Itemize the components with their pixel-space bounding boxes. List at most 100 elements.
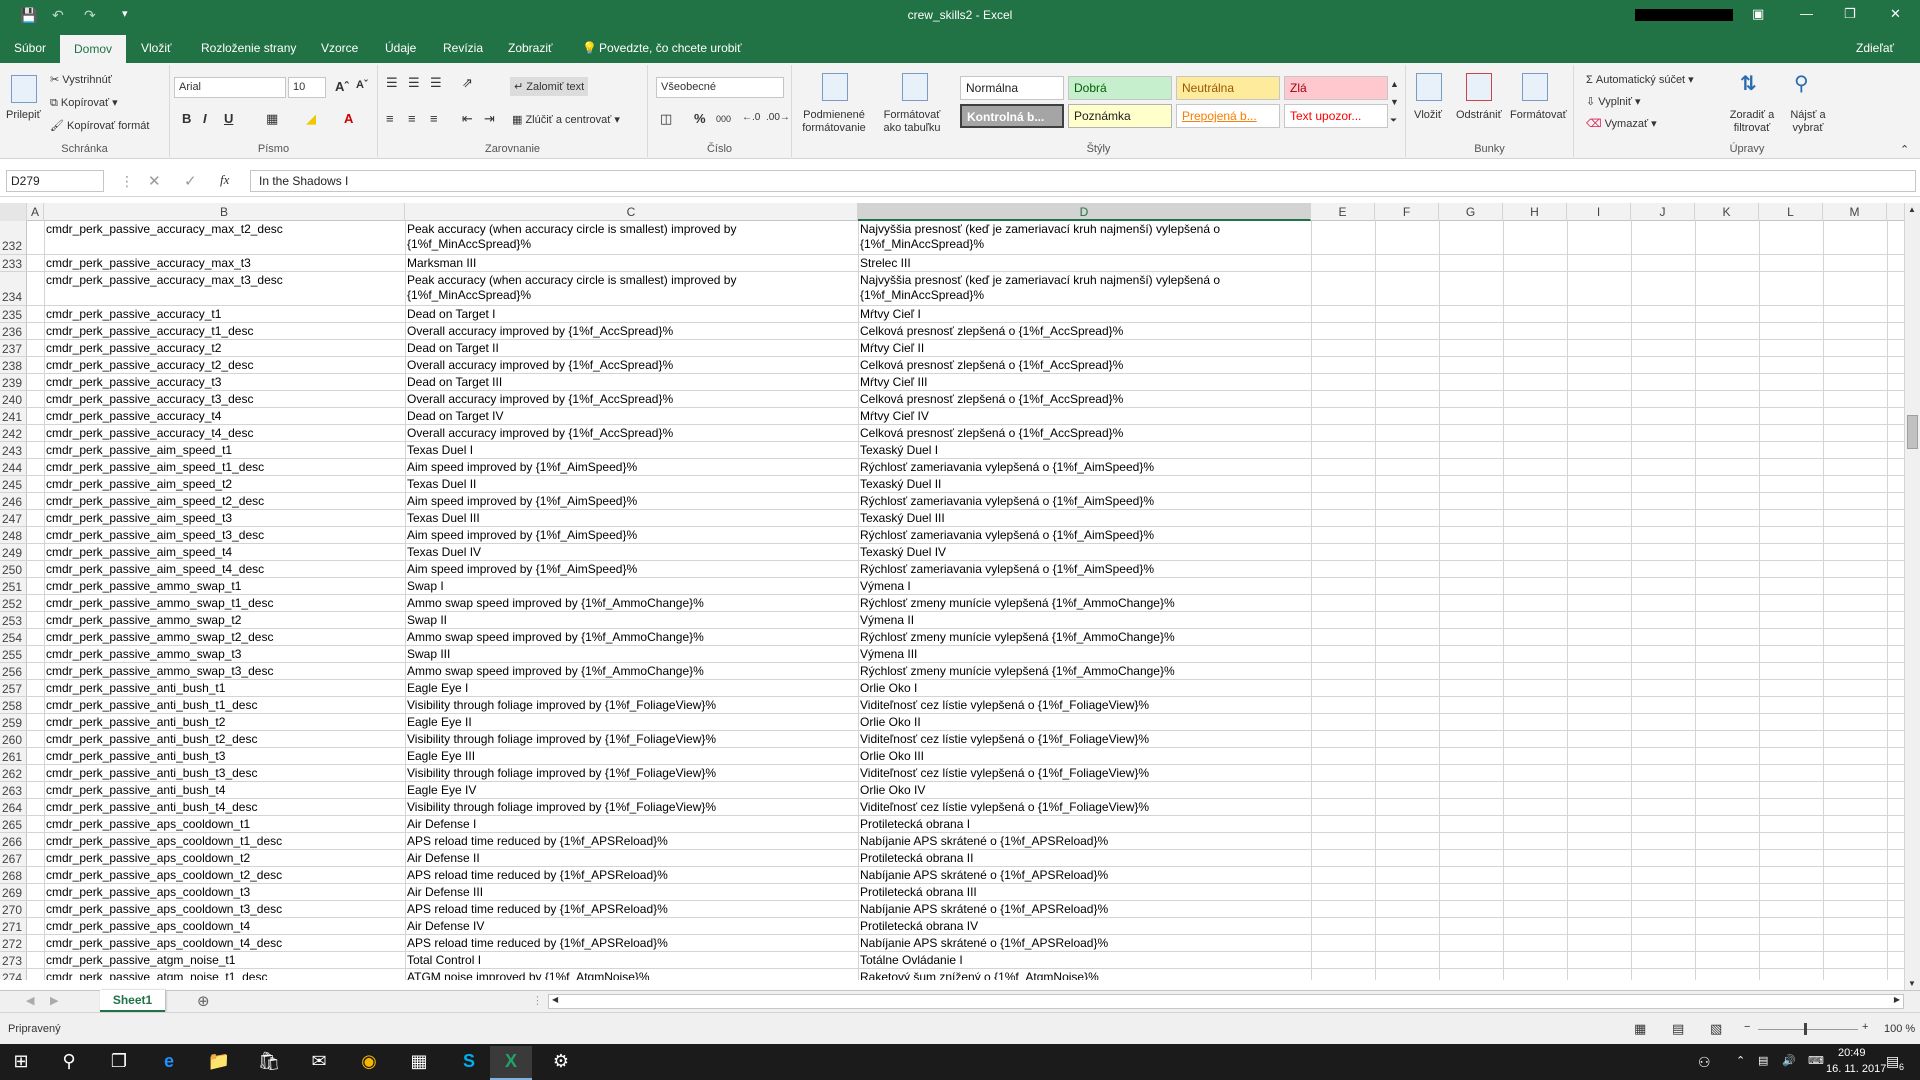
row-header[interactable]: 273 — [0, 952, 27, 968]
copy-button[interactable]: ⧉ Kopírovať ▾ — [50, 96, 118, 110]
cell-b[interactable]: cmdr_perk_passive_accuracy_t2 — [44, 340, 405, 357]
cell-d[interactable]: Totálne Ovládanie I — [858, 952, 1311, 969]
vertical-scroll-thumb[interactable] — [1907, 415, 1918, 449]
cell-c[interactable]: Marksman III — [405, 255, 858, 272]
cell-c[interactable]: Air Defense II — [405, 850, 858, 867]
cell-b[interactable]: cmdr_perk_passive_aps_cooldown_t2 — [44, 850, 405, 867]
cell-d[interactable]: Celková presnosť zlepšená o {1%f_AccSpre… — [858, 391, 1311, 408]
cell-d[interactable]: Orlie Oko III — [858, 748, 1311, 765]
row-header[interactable]: 260 — [0, 731, 27, 747]
tab-page-layout[interactable]: Rozloženie strany — [201, 41, 296, 55]
cell-c[interactable]: Visibility through foliage improved by {… — [405, 697, 858, 714]
column-header-c[interactable]: C — [405, 203, 858, 221]
cell-b[interactable]: cmdr_perk_passive_anti_bush_t1 — [44, 680, 405, 697]
underline-icon[interactable]: U — [224, 111, 233, 126]
tell-me-search[interactable]: Povedzte, čo chcete urobiť — [599, 41, 742, 55]
row-header[interactable]: 261 — [0, 748, 27, 764]
insert-cells-icon[interactable] — [1416, 73, 1442, 101]
cell-c[interactable]: Eagle Eye I — [405, 680, 858, 697]
cell-c[interactable]: Texas Duel II — [405, 476, 858, 493]
cell-c[interactable]: Overall accuracy improved by {1%f_AccSpr… — [405, 323, 858, 340]
network-icon[interactable]: ▤ — [1758, 1054, 1768, 1067]
cut-button[interactable]: ✂ Vystrihnúť — [50, 73, 112, 86]
cell-d[interactable]: Protiletecká obrana II — [858, 850, 1311, 867]
row-header[interactable]: 251 — [0, 578, 27, 594]
orientation-icon[interactable]: ⇗ — [462, 75, 473, 91]
align-top-icon[interactable]: ☰ — [386, 75, 398, 91]
chrome-icon[interactable]: ◉ — [348, 1046, 390, 1080]
align-middle-icon[interactable]: ☰ — [408, 75, 420, 91]
tray-chevron-icon[interactable]: ⌃ — [1736, 1054, 1745, 1067]
number-format-select[interactable]: Všeobecné — [656, 77, 784, 98]
cell-c[interactable]: Swap III — [405, 646, 858, 663]
cell-c[interactable]: Visibility through foliage improved by {… — [405, 731, 858, 748]
cell-c[interactable]: Eagle Eye II — [405, 714, 858, 731]
style-neutral[interactable]: Neutrálna — [1176, 76, 1280, 100]
row-header[interactable]: 268 — [0, 867, 27, 883]
zoom-slider-thumb[interactable] — [1804, 1023, 1807, 1035]
row-header[interactable]: 270 — [0, 901, 27, 917]
align-left-icon[interactable]: ≡ — [386, 111, 394, 126]
row-header[interactable]: 250 — [0, 561, 27, 577]
cell-b[interactable]: cmdr_perk_passive_aim_speed_t1 — [44, 442, 405, 459]
clock-date[interactable]: 16. 11. 2017 — [1826, 1063, 1886, 1075]
cell-b[interactable]: cmdr_perk_passive_anti_bush_t2_desc — [44, 731, 405, 748]
cell-d[interactable]: Texaský Duel IV — [858, 544, 1311, 561]
cell-d[interactable]: Nabíjanie APS skrátené o {1%f_APSReload}… — [858, 833, 1311, 850]
style-warning-text[interactable]: Text upozor... — [1284, 104, 1388, 128]
cell-c[interactable]: Swap I — [405, 578, 858, 595]
skype-icon[interactable]: S — [448, 1046, 490, 1080]
delete-cells-icon[interactable] — [1466, 73, 1492, 101]
row-header[interactable]: 242 — [0, 425, 27, 441]
styles-scroll-down-icon[interactable]: ▼ — [1390, 97, 1399, 107]
cell-c[interactable]: Ammo swap speed improved by {1%f_AmmoCha… — [405, 629, 858, 646]
find-select-button[interactable]: Nájsť a vybrať — [1782, 109, 1834, 135]
cell-d[interactable]: Výmena I — [858, 578, 1311, 595]
edge-browser-icon[interactable]: e — [148, 1046, 190, 1080]
column-header-f[interactable]: F — [1375, 203, 1439, 221]
cell-d[interactable]: Mŕtvy Cieľ III — [858, 374, 1311, 391]
row-header[interactable]: 265 — [0, 816, 27, 832]
fill-color-icon[interactable]: ◢ — [306, 111, 316, 127]
cell-b[interactable]: cmdr_perk_passive_accuracy_t4 — [44, 408, 405, 425]
cell-d[interactable]: Mŕtvy Cieľ II — [858, 340, 1311, 357]
tab-view[interactable]: Zobraziť — [508, 41, 553, 55]
cell-b[interactable]: cmdr_perk_passive_anti_bush_t3_desc — [44, 765, 405, 782]
cell-d[interactable]: Celková presnosť zlepšená o {1%f_AccSpre… — [858, 357, 1311, 374]
page-break-view-icon[interactable]: ▧ — [1710, 1021, 1722, 1037]
increase-indent-icon[interactable]: ⇥ — [484, 111, 495, 127]
cell-d[interactable]: Rýchlosť zmeny munície vylepšená {1%f_Am… — [858, 595, 1311, 612]
zoom-out-icon[interactable]: − — [1744, 1021, 1750, 1033]
cell-b[interactable]: cmdr_perk_passive_aim_speed_t3_desc — [44, 527, 405, 544]
decrease-decimal-icon[interactable]: .00→ — [766, 112, 790, 123]
cell-c[interactable]: Ammo swap speed improved by {1%f_AmmoCha… — [405, 595, 858, 612]
tab-data[interactable]: Údaje — [385, 41, 416, 55]
borders-icon[interactable]: ▦ — [266, 111, 278, 127]
cell-c[interactable]: Texas Duel IV — [405, 544, 858, 561]
format-painter-button[interactable]: 🖌 Kopírovať formát — [50, 119, 149, 132]
row-header[interactable]: 245 — [0, 476, 27, 492]
shrink-font-icon[interactable]: Aˇ — [356, 79, 368, 91]
cell-b[interactable]: cmdr_perk_passive_accuracy_max_t3_desc — [44, 272, 405, 289]
conditional-formatting-button[interactable]: Podmienené formátovanie — [798, 109, 870, 135]
cell-b[interactable]: cmdr_perk_passive_ammo_swap_t2 — [44, 612, 405, 629]
column-header-m[interactable]: M — [1823, 203, 1887, 221]
cell-b[interactable]: cmdr_perk_passive_aim_speed_t1_desc — [44, 459, 405, 476]
cell-b[interactable]: cmdr_perk_passive_atgm_noise_t1_desc — [44, 969, 405, 980]
cell-b[interactable]: cmdr_perk_passive_aim_speed_t3 — [44, 510, 405, 527]
row-header[interactable]: 263 — [0, 782, 27, 798]
cell-b[interactable]: cmdr_perk_passive_accuracy_max_t2_desc — [44, 221, 405, 238]
start-icon[interactable]: ⊞ — [0, 1046, 42, 1080]
cell-b[interactable]: cmdr_perk_passive_aps_cooldown_t3 — [44, 884, 405, 901]
row-header[interactable]: 272 — [0, 935, 27, 951]
comma-style-icon[interactable]: 000 — [716, 114, 731, 124]
horizontal-scrollbar[interactable]: ◀ ▶ — [548, 994, 1904, 1009]
row-header[interactable]: 257 — [0, 680, 27, 696]
cell-c[interactable]: Swap II — [405, 612, 858, 629]
normal-view-icon[interactable]: ▦ — [1634, 1021, 1646, 1037]
formula-bar-options-icon[interactable]: ⋮ — [120, 173, 134, 190]
cell-c[interactable]: Air Defense IV — [405, 918, 858, 935]
cell-c[interactable]: Air Defense III — [405, 884, 858, 901]
format-cells-icon[interactable] — [1522, 73, 1548, 101]
cell-d[interactable]: Rýchlosť zameriavania vylepšená o {1%f_A… — [858, 459, 1311, 476]
